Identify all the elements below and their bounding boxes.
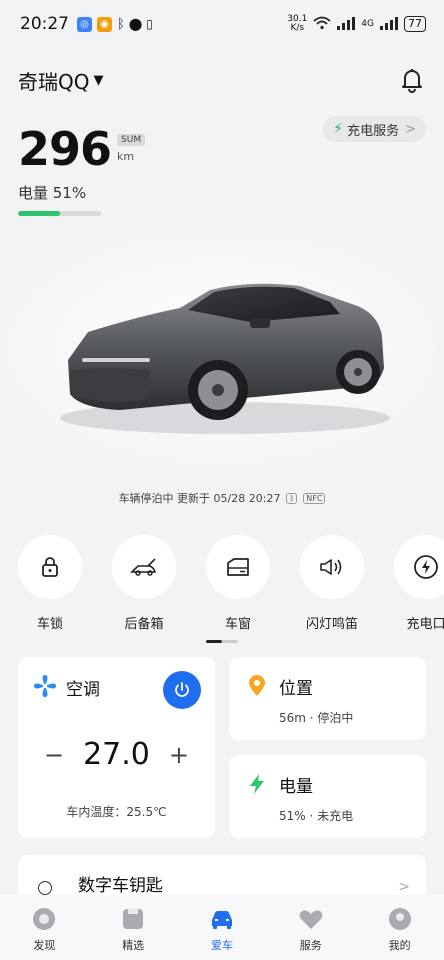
profile-icon <box>388 908 411 930</box>
location-card[interactable]: 位置 56m · 停泊中 <box>229 657 426 740</box>
control-trunk[interactable]: 后备箱 <box>112 535 176 632</box>
bell-icon[interactable] <box>398 66 426 94</box>
digital-key-title: 数字车钥匙 <box>78 876 163 896</box>
charge-service-button[interactable]: ⚡ 充电服务 > <box>323 116 426 142</box>
trunk-icon[interactable] <box>112 535 176 599</box>
ac-power-button[interactable] <box>163 671 201 709</box>
tab-discover[interactable]: 发现 <box>14 907 74 953</box>
battery-subtitle: 51% · 未充电 <box>279 809 354 823</box>
status-time: 20:27 <box>20 14 69 34</box>
tab-label: 发现 <box>33 939 56 952</box>
range-display: 296 SUM km <box>18 122 146 176</box>
temp-increase-button[interactable]: + <box>167 741 191 769</box>
tab-label: 精选 <box>122 939 145 952</box>
park-status: 车辆停泊中 更新于 05/28 20:27 ᛒ NFC <box>0 490 444 506</box>
bolt-icon: ⚡ <box>333 121 344 137</box>
cabin-temperature: 车内温度：25.5℃ <box>66 805 167 819</box>
control-label: 后备箱 <box>124 617 164 632</box>
chevron-right-icon: > <box>398 879 410 895</box>
car-icon <box>211 911 232 929</box>
location-title: 位置 <box>279 679 313 699</box>
bluetooth-small-icon: ᛒ <box>286 492 298 504</box>
quick-controls: 车锁 后备箱 车窗 闪灯鸣笛 充电口 <box>18 535 444 632</box>
soc-label: 电量 51% <box>18 184 87 202</box>
bottom-tab-bar: 发现 精选 爱车 服务 我的 <box>0 895 444 960</box>
range-value: 296 <box>18 122 112 176</box>
control-horn[interactable]: 闪灯鸣笛 <box>300 535 364 632</box>
car-image <box>0 240 444 480</box>
caret-down-icon[interactable]: ▼ <box>93 73 103 88</box>
bluetooth-icon: ᛒ <box>117 16 125 32</box>
net-speed: 30.1 K/s <box>287 14 308 33</box>
car-selector[interactable]: 奇瑞QQ <box>18 66 89 95</box>
chevron-right-icon: > <box>405 121 416 137</box>
battery-card[interactable]: 电量 51% · 未充电 <box>229 755 426 838</box>
status-bar: 20:27 ◎ ◉ ᛒ ⬤ ▯ 30.1 K/s 4G 77 <box>0 0 444 48</box>
soc-progress-bar <box>18 211 101 216</box>
range-unit: km <box>117 150 135 163</box>
tab-car[interactable]: 爱车 <box>192 907 252 953</box>
location-pin-icon <box>249 675 265 696</box>
control-lock[interactable]: 车锁 <box>18 535 82 632</box>
control-window[interactable]: 车窗 <box>206 535 270 632</box>
lock-icon[interactable] <box>18 535 82 599</box>
park-status-text: 车辆停泊中 更新于 05/28 20:27 <box>118 492 281 505</box>
location-subtitle: 56m · 停泊中 <box>279 711 354 725</box>
discover-icon <box>33 908 56 930</box>
notification-app-icon: ◎ <box>77 16 92 32</box>
pager-dot <box>222 640 238 643</box>
nfc-tag: NFC <box>303 492 326 504</box>
app-header: 奇瑞QQ ▼ <box>18 62 426 98</box>
control-label: 车锁 <box>36 617 63 632</box>
control-charge-port[interactable]: 充电口 <box>394 535 444 632</box>
bolt-icon <box>250 774 264 794</box>
tab-featured[interactable]: 精选 <box>103 907 163 953</box>
temperature-control: − 27.0 + <box>18 737 215 772</box>
featured-icon <box>123 909 144 929</box>
tab-profile[interactable]: 我的 <box>370 907 430 953</box>
vibrate-icon: ▯ <box>146 17 153 31</box>
signal-icon-2 <box>380 16 398 33</box>
tab-label: 爱车 <box>210 939 233 952</box>
temp-value: 27.0 <box>83 737 150 772</box>
network-type: 4G <box>361 19 374 29</box>
battery-indicator: 77 <box>404 16 426 32</box>
key-status-icon <box>38 881 52 895</box>
window-icon[interactable] <box>206 535 270 599</box>
tab-service[interactable]: 服务 <box>281 907 341 953</box>
wifi-icon <box>313 16 331 33</box>
horn-icon[interactable] <box>300 535 364 599</box>
notification-app-icon-2: ◉ <box>97 16 112 32</box>
ac-card[interactable]: 空调 − 27.0 + 车内温度：25.5℃ <box>18 657 215 838</box>
charge-port-icon[interactable] <box>394 535 444 599</box>
range-standard-badge: SUM <box>117 134 146 146</box>
fan-icon <box>34 675 56 697</box>
location-pin-icon: ⬤ <box>128 17 143 31</box>
ac-title: 空调 <box>66 680 100 700</box>
soc-progress-fill <box>18 211 61 216</box>
control-label: 车窗 <box>224 617 251 632</box>
power-icon <box>175 682 189 697</box>
tab-label: 我的 <box>388 939 411 952</box>
pager-dot-active <box>206 640 222 643</box>
control-label: 充电口 <box>406 617 444 632</box>
tab-label: 服务 <box>299 939 322 952</box>
charge-service-label: 充电服务 <box>347 123 400 139</box>
controls-pager <box>206 640 238 643</box>
battery-title: 电量 <box>279 777 313 797</box>
control-label: 闪灯鸣笛 <box>305 617 358 632</box>
signal-icon <box>337 16 356 33</box>
temp-decrease-button[interactable]: − <box>42 741 66 769</box>
service-icon <box>299 910 323 929</box>
